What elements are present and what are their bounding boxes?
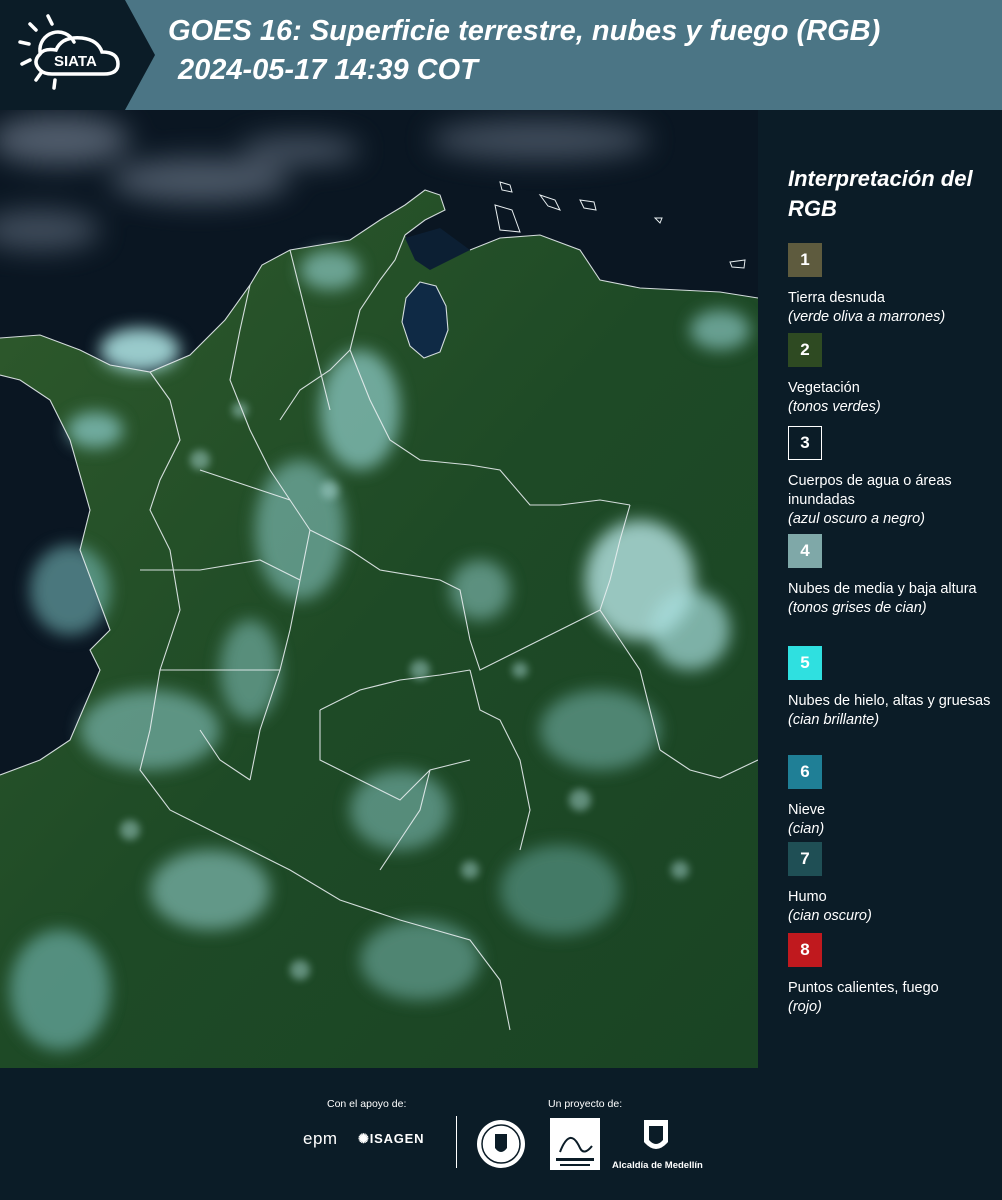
legend-panel: Interpretación del RGB 1 Tierra desnuda (v… bbox=[760, 110, 1002, 1068]
legend-note: (cian oscuro) bbox=[788, 908, 872, 924]
legend-swatch: 1 bbox=[788, 243, 822, 277]
isagen-mark-icon: ✺ bbox=[358, 1131, 370, 1146]
legend-note: (tonos verdes) bbox=[788, 399, 881, 415]
page-title: GOES 16: Superficie terrestre, nubes y f… bbox=[168, 15, 881, 47]
alcaldia-shield-icon bbox=[644, 1120, 668, 1149]
legend-item-3: 3 Cuerpos de agua o áreas inundadas (azul … bbox=[788, 426, 993, 529]
legend-swatch: 4 bbox=[788, 534, 822, 568]
page-timestamp: 2024-05-17 14:39 COT bbox=[178, 54, 478, 86]
legend-item-5: 5 Nubes de hielo, altas y gruesas (cian br… bbox=[788, 646, 993, 730]
legend-note: (cian brillante) bbox=[788, 712, 880, 728]
legend-note: (rojo) bbox=[788, 999, 822, 1015]
legend-label: Vegetación bbox=[788, 380, 860, 396]
legend-label: Tierra desnuda bbox=[788, 290, 885, 306]
legend-item-6: 6 Nieve (cian) bbox=[788, 755, 993, 839]
alcaldia-logo-text: Alcaldía de Medellín bbox=[612, 1160, 703, 1171]
legend-item-1: 1 Tierra desnuda (verde oliva a marrones) bbox=[788, 243, 993, 327]
legend-swatch: 8 bbox=[788, 933, 822, 967]
university-seal-icon bbox=[477, 1120, 525, 1168]
legend-swatch: 5 bbox=[788, 646, 822, 680]
epm-logo: epm bbox=[303, 1129, 338, 1148]
legend-label: Nieve bbox=[788, 802, 826, 818]
legend-swatch: 6 bbox=[788, 755, 822, 789]
header-bar: SIATA GOES 16: Superficie terrestre, nub… bbox=[0, 0, 1002, 110]
legend-label: Humo bbox=[788, 889, 827, 905]
area-metropolitana-logo bbox=[550, 1118, 600, 1170]
legend-note: (tonos grises de cian) bbox=[788, 600, 927, 616]
support-caption: Con el apoyo de: bbox=[327, 1098, 407, 1110]
footer: Con el apoyo de: Un proyecto de: epm ✺IS… bbox=[0, 1068, 1002, 1200]
legend-swatch: 2 bbox=[788, 333, 822, 367]
project-caption: Un proyecto de: bbox=[548, 1098, 623, 1110]
legend-label: Puntos calientes, fuego bbox=[788, 980, 939, 996]
legend-note: (cian) bbox=[788, 821, 825, 837]
legend-item-7: 7 Humo (cian oscuro) bbox=[788, 842, 993, 926]
legend-item-8: 8 Puntos calientes, fuego (rojo) bbox=[788, 933, 993, 1017]
satellite-map-canvas bbox=[0, 110, 758, 1068]
footer-divider bbox=[456, 1116, 457, 1168]
siata-logo-panel: SIATA bbox=[0, 0, 155, 110]
legend-label: Nubes de media y baja altura bbox=[788, 581, 977, 597]
legend-item-2: 2 Vegetación (tonos verdes) bbox=[788, 333, 993, 417]
legend-title: Interpretación del RGB bbox=[788, 166, 973, 221]
isagen-logo: ✺ISAGEN bbox=[358, 1131, 425, 1146]
legend-label: Nubes de hielo, altas y gruesas bbox=[788, 693, 991, 709]
legend-swatch: 3 bbox=[788, 426, 822, 460]
satellite-map[interactable] bbox=[0, 110, 758, 1068]
legend-note: (azul oscuro a negro) bbox=[788, 511, 926, 527]
legend-note: (verde oliva a marrones) bbox=[788, 309, 946, 325]
siata-brand-text: SIATA bbox=[54, 53, 97, 70]
legend-swatch: 7 bbox=[788, 842, 822, 876]
legend-label: Cuerpos de agua o áreas inundadas bbox=[788, 473, 952, 508]
legend-item-4: 4 Nubes de media y baja altura (tonos gris… bbox=[788, 534, 993, 618]
